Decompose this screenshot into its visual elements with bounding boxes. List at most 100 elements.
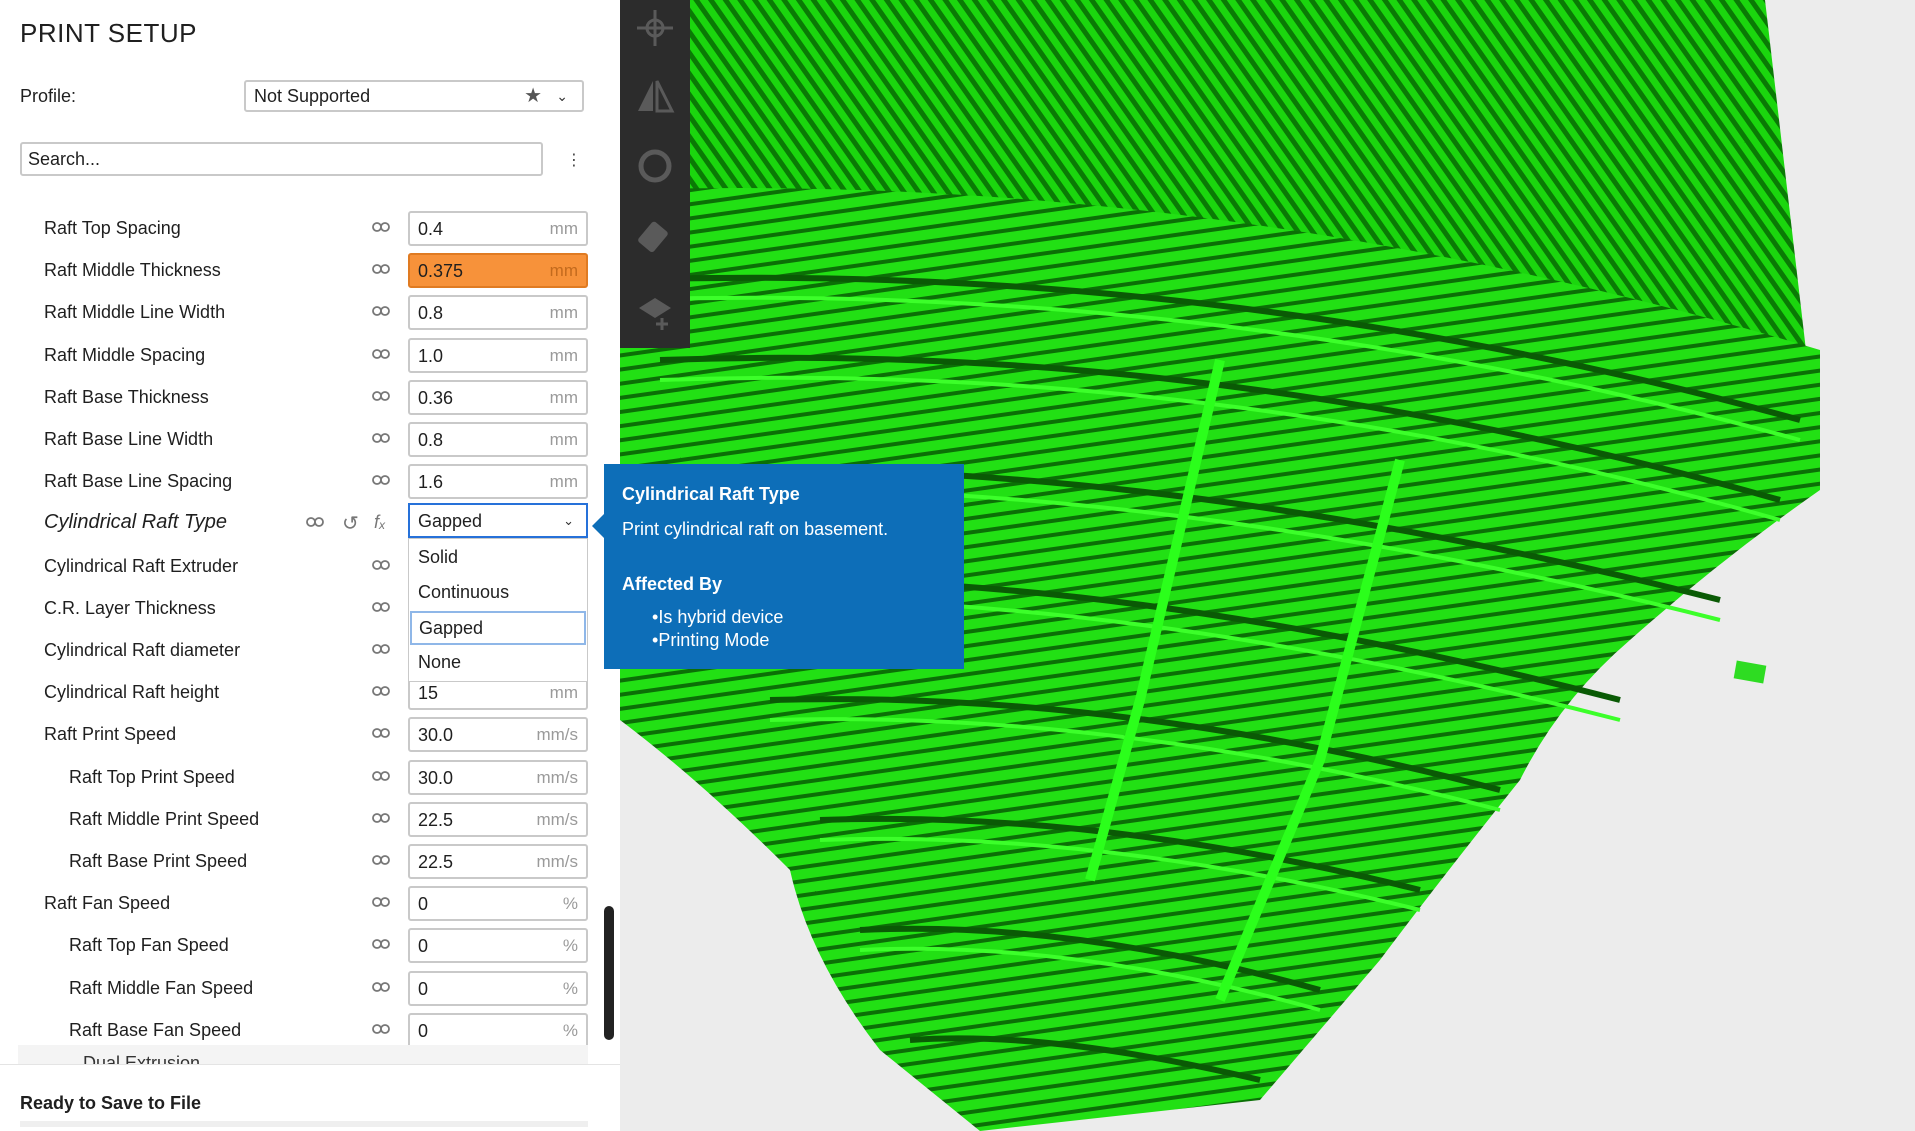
setting-input[interactable]: 0.8 mm xyxy=(408,295,588,331)
link-icon[interactable] xyxy=(372,220,390,234)
setting-value: 0.375 xyxy=(418,261,464,282)
setting-label: C.R. Layer Thickness xyxy=(44,597,216,618)
setting-unit: % xyxy=(562,1020,578,1040)
setting-unit: % xyxy=(562,936,578,956)
setting-label: Raft Base Line Width xyxy=(44,429,214,449)
setting-value: 30.0 xyxy=(418,725,454,746)
profile-select[interactable]: Not Supported ★ ⌄ xyxy=(244,80,584,112)
setting-row: Raft Base Print Speed 22.5 mm/s xyxy=(0,841,600,883)
setting-label: Raft Base Print Speed xyxy=(69,851,248,871)
setting-row: Raft Base Line Spacing 1.6 mm xyxy=(0,461,600,503)
setting-tooltip: Cylindrical Raft Type Print cylindrical … xyxy=(592,464,964,669)
link-icon[interactable] xyxy=(372,1022,390,1036)
setting-row: Raft Print Speed 30.0 mm/s xyxy=(0,714,600,756)
setting-unit: mm xyxy=(549,345,578,365)
mirror-tool-icon[interactable] xyxy=(634,75,676,117)
setting-unit: % xyxy=(562,894,578,914)
cylindrical-raft-type-select[interactable]: Gapped ⌄ xyxy=(408,503,588,538)
link-icon[interactable] xyxy=(372,726,390,740)
option-continuous[interactable]: Continuous xyxy=(410,576,586,610)
setting-value: 0 xyxy=(418,1020,429,1041)
support-blocker-icon[interactable] xyxy=(634,290,676,332)
option-none[interactable]: None xyxy=(410,646,586,680)
link-icon[interactable] xyxy=(372,431,390,445)
star-icon[interactable]: ★ xyxy=(524,82,542,110)
link-icon[interactable] xyxy=(372,642,390,656)
setting-row: Raft Middle Fan Speed 0% xyxy=(0,968,600,1010)
profile-label: Profile: xyxy=(20,86,77,106)
setting-row: Raft Base Thickness 0.36 mm xyxy=(0,377,600,419)
tooltip-title: Cylindrical Raft Type xyxy=(622,484,800,504)
link-icon[interactable] xyxy=(372,389,390,403)
setting-label: Raft Base Thickness xyxy=(44,386,209,407)
link-icon[interactable] xyxy=(372,684,390,698)
move-tool-icon[interactable] xyxy=(634,7,676,49)
option-solid[interactable]: Solid xyxy=(410,541,586,575)
setting-label: Raft Base Line Spacing xyxy=(44,471,233,492)
setting-input[interactable]: 0.36 mm xyxy=(408,379,588,415)
search-input[interactable]: Search... xyxy=(20,142,543,176)
setting-input[interactable]: 0% xyxy=(408,1012,588,1048)
link-icon[interactable] xyxy=(372,769,390,783)
progress-bar xyxy=(20,1121,588,1127)
setting-input[interactable]: 0.8 mm xyxy=(408,422,588,457)
setting-label: Raft Middle Thickness xyxy=(44,260,221,281)
option-gapped[interactable]: Gapped xyxy=(410,611,586,645)
setting-unit: mm xyxy=(549,261,578,281)
eraser-tool-icon[interactable] xyxy=(634,215,676,257)
link-icon[interactable] xyxy=(372,262,390,276)
setting-label: Cylindrical Raft Extruder xyxy=(44,555,239,576)
setting-input[interactable]: 30.0 mm/s xyxy=(408,717,588,753)
setting-value: 0.4 xyxy=(418,219,444,239)
setting-input[interactable]: 1.0 mm xyxy=(408,337,588,373)
setting-value: 15 xyxy=(418,683,439,704)
tooltip-affected-item: Is hybrid device xyxy=(622,607,946,628)
setting-input[interactable]: 0.4 mm xyxy=(408,211,588,246)
setting-input[interactable]: 0% xyxy=(408,970,588,1006)
setting-input[interactable]: 0% xyxy=(408,928,588,964)
link-icon[interactable] xyxy=(372,600,390,614)
setting-label: Raft Top Spacing xyxy=(44,218,181,238)
setting-row: Raft Base Line Width 0.8 mm xyxy=(0,419,600,461)
link-icon[interactable] xyxy=(372,853,390,867)
link-icon[interactable] xyxy=(372,558,390,572)
setting-value: 0.8 xyxy=(418,303,444,324)
scrollbar[interactable] xyxy=(604,906,614,1040)
footer-status: Ready to Save to File xyxy=(20,1093,202,1113)
setting-input[interactable]: 22.5 mm/s xyxy=(408,844,588,879)
link-icon[interactable] xyxy=(372,811,390,825)
setting-unit: mm/s xyxy=(536,767,578,787)
setting-row: Raft Middle Print Speed 22.5 mm/s xyxy=(0,799,600,841)
reset-icon[interactable]: ↺ xyxy=(342,511,359,536)
setting-row: Raft Middle Thickness 0.375 mm xyxy=(0,250,600,292)
kebab-menu-icon[interactable]: ⋮ xyxy=(566,150,582,170)
setting-input[interactable]: 30.0 mm/s xyxy=(408,759,588,795)
section-dual-extrusion[interactable]: Dual Extrusion xyxy=(18,1045,588,1066)
setting-input[interactable]: 1.6 mm xyxy=(408,464,588,500)
link-icon[interactable] xyxy=(372,347,390,361)
link-icon[interactable] xyxy=(372,895,390,909)
setting-input[interactable]: 22.5 mm/s xyxy=(408,801,588,837)
setting-row: Raft Top Fan Speed 0% xyxy=(0,925,600,967)
setting-row: Raft Fan Speed 0% xyxy=(0,883,600,925)
setting-unit: mm xyxy=(549,430,578,449)
setting-unit: mm/s xyxy=(536,809,578,829)
setting-row: Raft Top Print Speed 30.0 mm/s xyxy=(0,757,600,799)
profile-value: Not Supported xyxy=(254,86,371,106)
link-icon[interactable] xyxy=(372,473,390,487)
setting-value: 0.8 xyxy=(418,430,444,450)
setting-value: 30.0 xyxy=(418,767,454,788)
function-icon[interactable]: fₓ xyxy=(374,512,386,533)
setting-value: 22.5 xyxy=(418,852,454,872)
link-icon[interactable] xyxy=(372,304,390,318)
setting-row: Raft Top Spacing 0.4 mm xyxy=(0,208,600,250)
setting-input[interactable]: 0.375 mm xyxy=(408,253,588,289)
rotate-tool-icon[interactable] xyxy=(634,145,676,187)
setting-unit: mm/s xyxy=(536,852,578,871)
setting-label: Cylindrical Raft height xyxy=(44,682,220,703)
setting-input[interactable]: 0% xyxy=(408,886,588,922)
setting-value: 0 xyxy=(418,978,429,999)
link-icon[interactable] xyxy=(306,515,324,529)
link-icon[interactable] xyxy=(372,980,390,994)
link-icon[interactable] xyxy=(372,937,390,951)
